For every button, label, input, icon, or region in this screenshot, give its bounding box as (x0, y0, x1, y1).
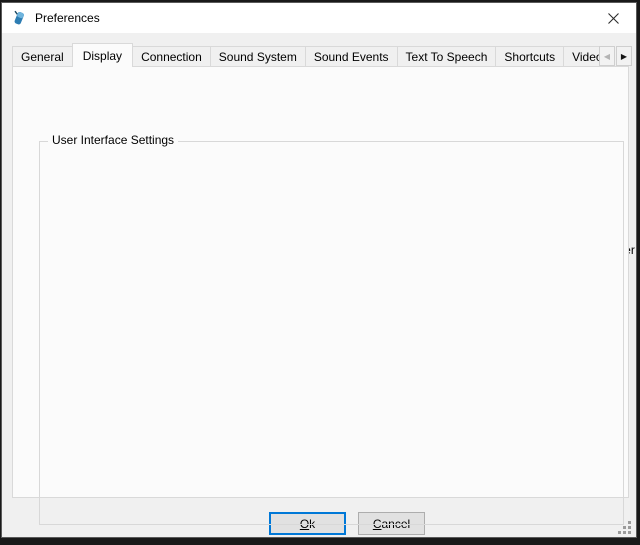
group-title: User Interface Settings (48, 133, 178, 147)
tab-scroll-right-icon[interactable]: ▶ (616, 46, 632, 66)
close-icon (608, 13, 619, 24)
app-icon (11, 10, 27, 26)
tab-text-to-speech[interactable]: Text To Speech (397, 46, 497, 67)
tab-sound-events[interactable]: Sound Events (305, 46, 398, 67)
tab-general[interactable]: General (12, 46, 73, 67)
resize-grip-icon[interactable] (628, 521, 631, 524)
tab-shortcuts[interactable]: Shortcuts (495, 46, 564, 67)
tab-connection[interactable]: Connection (132, 46, 211, 67)
tab-video[interactable]: Video (563, 46, 602, 67)
user-interface-settings-group: User Interface Settings (39, 141, 624, 525)
tab-bar: General Display Connection Sound System … (12, 43, 602, 67)
tab-display[interactable]: Display (72, 43, 133, 67)
tab-sound-system[interactable]: Sound System (210, 46, 306, 67)
window-title: Preferences (35, 11, 100, 25)
display-tab-page: User Interface Settings (12, 66, 629, 498)
close-button[interactable] (591, 3, 636, 33)
tab-scroll-left-icon: ◀ (599, 46, 615, 66)
preferences-dialog: Preferences General Display Connection S… (1, 2, 637, 538)
title-bar: Preferences (2, 3, 636, 33)
